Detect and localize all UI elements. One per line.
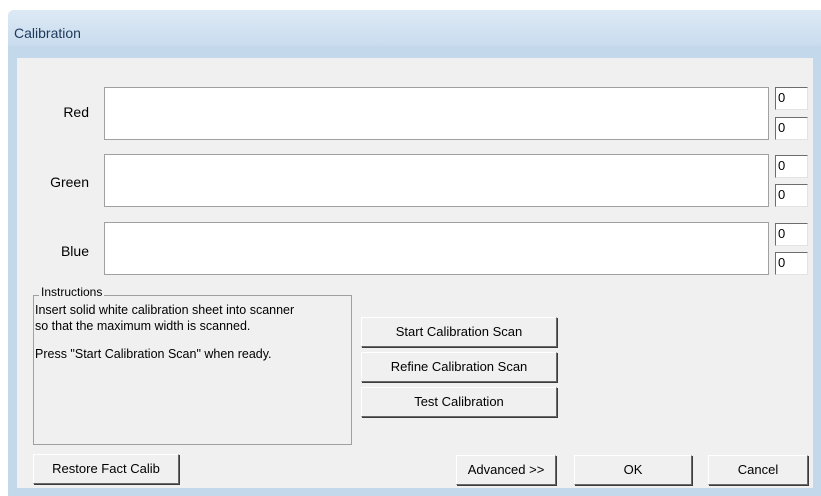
- restore-fact-calib-button[interactable]: Restore Fact Calib: [33, 454, 179, 484]
- blue-label: Blue: [60, 243, 89, 259]
- test-calibration-button[interactable]: Test Calibration: [361, 387, 557, 417]
- red-value-field-2[interactable]: 0: [775, 117, 808, 140]
- blue-channel-display: [104, 222, 769, 275]
- cancel-button[interactable]: Cancel: [708, 455, 808, 485]
- red-label: Red: [63, 104, 89, 120]
- start-calibration-scan-button[interactable]: Start Calibration Scan: [361, 317, 557, 347]
- green-value-field-1[interactable]: 0: [775, 155, 808, 178]
- instructions-line-2: so that the maximum width is scanned.: [35, 319, 251, 333]
- red-channel-display: [104, 87, 769, 140]
- green-label: Green: [50, 174, 89, 190]
- instructions-legend: Instructions: [39, 285, 105, 299]
- title-bar[interactable]: Calibration: [8, 10, 821, 46]
- advanced-button[interactable]: Advanced >>: [456, 455, 556, 485]
- green-channel-display: [104, 154, 769, 207]
- instructions-groupbox: [33, 295, 352, 445]
- dialog-client-area: Red 0 0 Green 0 0 Blue 0 0 Instructions …: [17, 58, 813, 488]
- blue-value-field-1[interactable]: 0: [775, 223, 808, 246]
- instructions-line-1: Insert solid white calibration sheet int…: [35, 303, 295, 317]
- refine-calibration-scan-button[interactable]: Refine Calibration Scan: [361, 352, 557, 382]
- calibration-dialog: Calibration Red 0 0 Green 0 0 Blue 0 0 I…: [8, 10, 821, 496]
- instructions-line-3: Press "Start Calibration Scan" when read…: [35, 347, 272, 361]
- blue-value-field-2[interactable]: 0: [775, 252, 808, 275]
- green-value-field-2[interactable]: 0: [775, 184, 808, 207]
- red-value-field-1[interactable]: 0: [775, 87, 808, 110]
- ok-button[interactable]: OK: [574, 455, 692, 485]
- window-title: Calibration: [14, 25, 81, 41]
